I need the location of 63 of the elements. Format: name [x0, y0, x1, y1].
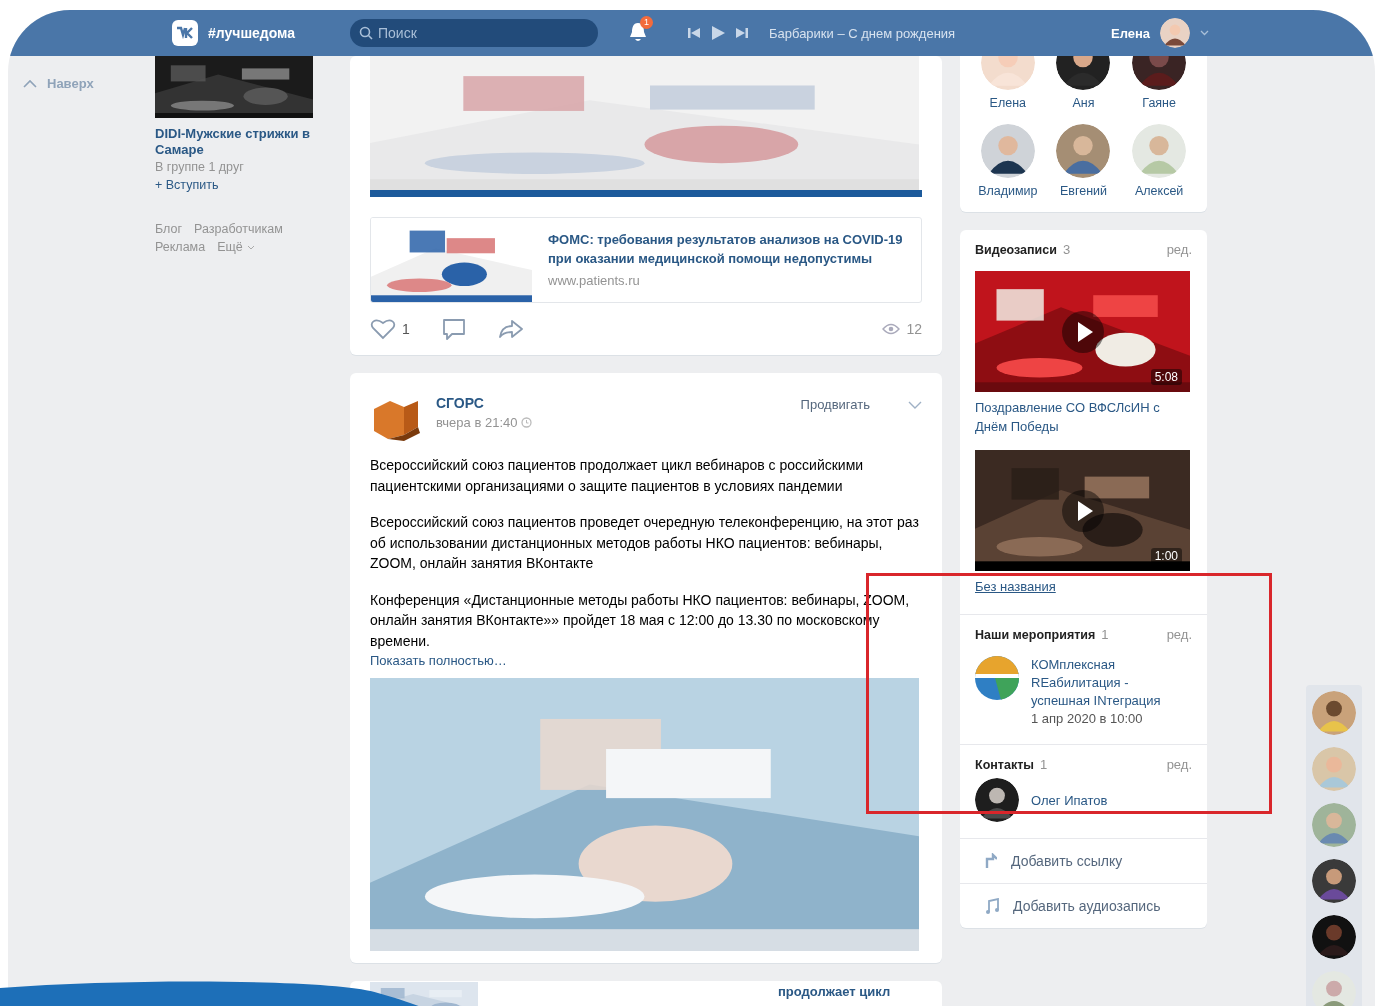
- section-title[interactable]: Наши мероприятия: [975, 627, 1096, 642]
- comment-icon[interactable]: [441, 318, 466, 340]
- add-action-link[interactable]: Добавить аудиозапись: [960, 883, 1207, 928]
- ad-title-link[interactable]: DIDI-Мужские стрижки в Самаре: [155, 126, 313, 158]
- user-avatar[interactable]: [1160, 18, 1191, 48]
- section-title[interactable]: Контакты: [975, 757, 1034, 772]
- notification-badge: 1: [640, 16, 653, 29]
- search-icon: [359, 26, 373, 40]
- video-duration: 1:00: [1150, 548, 1182, 564]
- link-title[interactable]: ФОМС: требования результатов анализов на COVID-19 при оказании медицинской помощи недопустимы: [548, 230, 905, 268]
- post-time: вчера в 21:40: [436, 415, 787, 430]
- ad-meta: В группе 1 друг: [155, 160, 245, 174]
- post-text: Всероссийский союз пациентов продолжает цикл вебинаров с российскими пациентскими организациями о защите пациентов в условиях пандемии: [370, 456, 865, 496]
- event-logo[interactable]: [975, 656, 1019, 700]
- user-name[interactable]: Елена: [1111, 25, 1151, 41]
- play-icon[interactable]: [1062, 311, 1104, 353]
- event-date: 1 апр 2020 в 10:00: [1031, 710, 1144, 728]
- friend-name[interactable]: Алексей: [1134, 184, 1184, 198]
- caret-icon[interactable]: [1200, 30, 1210, 36]
- section-count: 3: [1062, 242, 1071, 257]
- friend-name[interactable]: Владимир: [978, 184, 1038, 198]
- avatar[interactable]: [980, 124, 1035, 178]
- next-icon[interactable]: [736, 27, 748, 39]
- logo-icon[interactable]: [172, 20, 198, 46]
- friend-name[interactable]: Елена: [989, 96, 1027, 110]
- video-duration: 5:08: [1150, 369, 1182, 385]
- chat-avatar[interactable]: [1312, 859, 1356, 903]
- friend-name[interactable]: Евгений: [1059, 184, 1108, 198]
- show-more-link[interactable]: Показать полностью…: [370, 653, 922, 668]
- link-url: www.patients.ru: [548, 273, 641, 288]
- view-count: 12: [906, 321, 922, 337]
- share-icon[interactable]: [497, 319, 524, 339]
- section-count: 1: [1039, 757, 1048, 772]
- clock-icon: [521, 417, 533, 428]
- contact-name[interactable]: Олег Ипатов: [1031, 792, 1108, 808]
- views-icon: [882, 323, 901, 335]
- add-action-link[interactable]: Добавить ссылку: [960, 838, 1207, 883]
- section-count: 1: [1101, 627, 1109, 642]
- logo-text[interactable]: #лучшедома: [208, 25, 296, 41]
- friend-name[interactable]: Аня: [1072, 96, 1095, 110]
- music-note-icon: [985, 898, 999, 914]
- chevron-up-icon: [23, 79, 37, 88]
- caret-icon: [246, 244, 255, 250]
- video-title[interactable]: Без названия: [975, 577, 1192, 596]
- like-count: 1: [402, 321, 410, 337]
- bell-icon[interactable]: [628, 21, 648, 43]
- chat-avatar[interactable]: [1312, 915, 1356, 959]
- like-icon[interactable]: [370, 318, 396, 340]
- section-title[interactable]: Видеозаписи: [975, 242, 1057, 257]
- link-title[interactable]: продолжает цикл: [778, 982, 891, 999]
- previous-icon[interactable]: [688, 27, 700, 39]
- friend-name[interactable]: Гаяне: [1142, 96, 1176, 110]
- search-field[interactable]: Поиск: [350, 19, 598, 47]
- group-name[interactable]: СГОРС: [436, 395, 787, 411]
- event-title[interactable]: КОМплексная REабилитация - успешная INтеграция: [1031, 656, 1181, 710]
- chat-avatar[interactable]: [1312, 691, 1356, 735]
- video-title[interactable]: Поздравление СО ВФСЛсИН с Днём Победы: [975, 398, 1192, 436]
- join-link[interactable]: + Вступить: [155, 178, 313, 192]
- avatar[interactable]: [975, 778, 1019, 822]
- promote-link[interactable]: Продвигать: [800, 397, 870, 412]
- track-title[interactable]: Барбарики – С днем рождения: [769, 25, 1089, 41]
- play-icon[interactable]: [1062, 490, 1104, 532]
- post-text: Всероссийский союз пациентов проведет очередную телеконференцию, на этот раз об использовании дистанционных методов работы НКО пациентов: вебинары, ZOOM, онлайн занятия ВКонтакте: [370, 513, 920, 573]
